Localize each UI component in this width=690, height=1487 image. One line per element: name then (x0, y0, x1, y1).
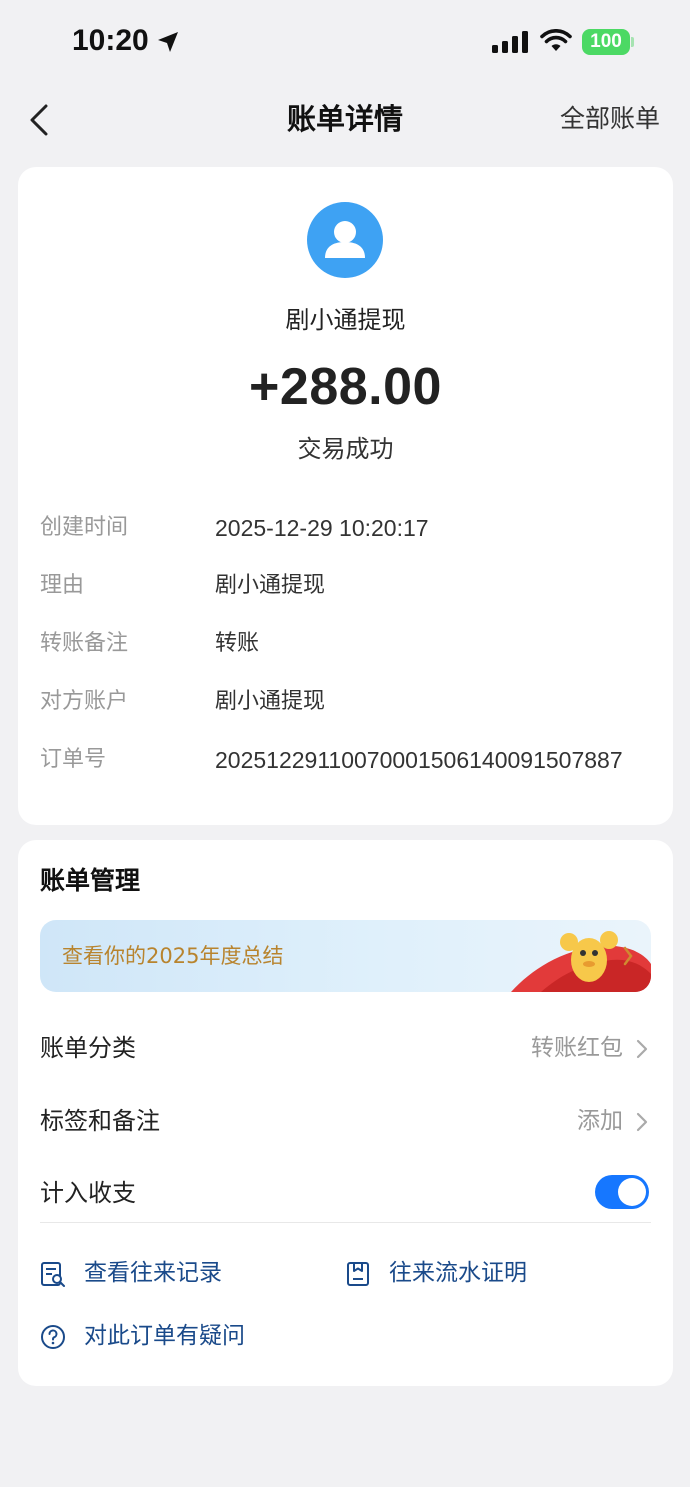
detail-label: 订单号 (40, 747, 107, 772)
statement-proof-icon (347, 1262, 369, 1286)
mascot-illustration-icon (511, 931, 651, 992)
all-bills-link[interactable]: 全部账单 (560, 102, 660, 136)
include-income-expense-row: 计入收支 (40, 1173, 651, 1213)
wifi-icon (540, 29, 572, 51)
link-text: 查看往来记录 (84, 1260, 222, 1286)
row-value: 转账红包 (531, 1035, 623, 1061)
detail-value[interactable]: 20251229110070001506140091507887 (215, 742, 623, 778)
record-search-icon (41, 1262, 65, 1287)
row-label: 计入收支 (40, 1179, 136, 1207)
toggle-knob (618, 1178, 646, 1206)
bill-management-card: 账单管理 查看你的2025年度总结 账单分类 转账红包 标签和备注 添加 计入收… (18, 840, 673, 1386)
row-label: 标签和备注 (40, 1107, 160, 1135)
detail-row-order-number: 订单号 20251229110070001506140091507887 (40, 742, 660, 778)
bill-category-row[interactable]: 账单分类 转账红包 (40, 1028, 651, 1068)
include-income-expense-toggle[interactable] (595, 1175, 649, 1209)
detail-row-reason: 理由 剧小通提现 (40, 568, 660, 604)
detail-row-transfer-note: 转账备注 转账 (40, 626, 660, 662)
detail-label: 创建时间 (40, 515, 129, 540)
counterparty-name: 剧小通提现 (285, 306, 406, 334)
detail-value: 剧小通提现 (215, 573, 326, 598)
view-history-link[interactable]: 查看往来记录 (40, 1255, 280, 1291)
divider (40, 1222, 651, 1223)
detail-value: 转账 (215, 631, 260, 656)
transaction-amount: +288.00 (249, 358, 442, 416)
status-time: 10:20 (72, 24, 149, 57)
link-text: 对此订单有疑问 (84, 1323, 245, 1349)
detail-label: 对方账户 (40, 689, 129, 714)
row-value: 添加 (577, 1108, 623, 1134)
annual-summary-banner[interactable]: 查看你的2025年度总结 (40, 920, 651, 992)
order-question-link[interactable]: 对此订单有疑问 (40, 1318, 300, 1354)
link-text: 往来流水证明 (389, 1260, 527, 1286)
battery-icon: 100 (582, 29, 630, 55)
detail-label: 转账备注 (40, 631, 129, 656)
chevron-right-icon (636, 1112, 648, 1132)
detail-row-counterparty-account: 对方账户 剧小通提现 (40, 684, 660, 720)
chevron-right-icon (636, 1039, 648, 1059)
battery-tip (631, 37, 634, 47)
statement-proof-link[interactable]: 往来流水证明 (345, 1255, 595, 1291)
signal-icon (492, 31, 528, 53)
user-avatar-icon (307, 202, 383, 278)
banner-text: 查看你的2025年度总结 (62, 944, 284, 968)
question-circle-icon (41, 1325, 65, 1349)
transaction-status: 交易成功 (297, 435, 394, 463)
row-label: 账单分类 (40, 1034, 136, 1062)
status-bar: 10:20 100 (0, 0, 690, 86)
transaction-card: 剧小通提现 +288.00 交易成功 创建时间 2025-12-29 10:20… (18, 167, 673, 825)
tags-notes-row[interactable]: 标签和备注 添加 (40, 1101, 651, 1141)
detail-value: 2025-12-29 10:20:17 (215, 515, 429, 541)
detail-value: 剧小通提现 (215, 689, 326, 714)
detail-row-created-time: 创建时间 2025-12-29 10:20:17 (40, 510, 660, 546)
section-title: 账单管理 (40, 866, 141, 895)
location-arrow-icon (158, 32, 178, 52)
detail-label: 理由 (40, 573, 85, 598)
